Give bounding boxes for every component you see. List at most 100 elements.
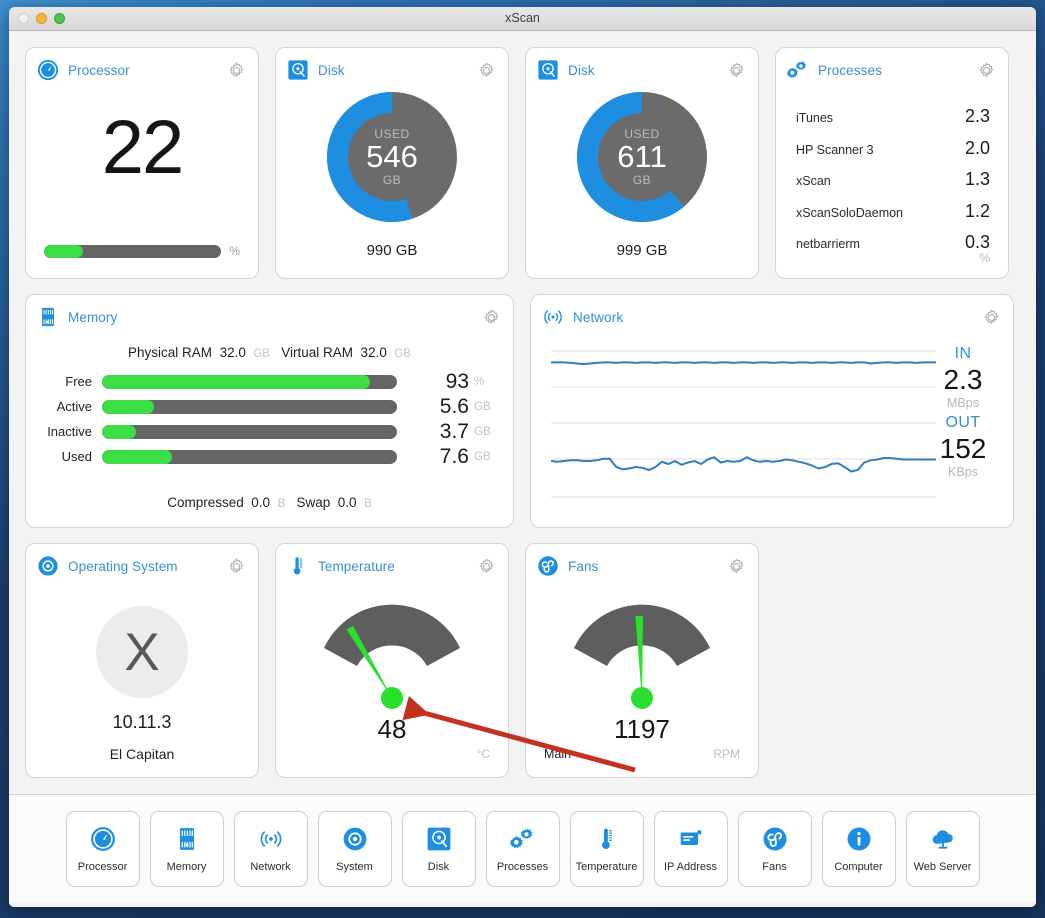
memory-row-label: Active [56, 399, 92, 414]
disk-2-donut-wrap: USED 611 GB [526, 92, 758, 222]
memory-compressed-unit: B [277, 498, 286, 510]
panel-processes[interactable]: Processes iTunes 2.3 HP Scanner 3 2.0 xScan 1… [775, 47, 1009, 279]
memory-compressed-label: Compressed [167, 495, 244, 510]
computer-icon [845, 825, 873, 853]
panel-disk-2-header: Disk [526, 57, 758, 83]
title-bar[interactable]: xScan [9, 7, 1036, 31]
toolbar-item-fans[interactable]: Fans [737, 810, 812, 887]
dashboard-row-3: Operating System X 10.11.3 El Capitan Te… [25, 543, 1020, 778]
panel-network[interactable]: Network IN 2.3 MBps OUT 152 KBps [530, 294, 1014, 528]
fans-gauge [526, 586, 758, 718]
panel-disk-1-title: Disk [318, 62, 345, 78]
memory-swap-unit: B [364, 498, 372, 510]
memory-physical-label: Physical RAM [128, 345, 213, 360]
panel-temperature-header: Temperature [276, 553, 508, 579]
disk-icon [288, 60, 308, 80]
toolbar-item-web-server[interactable]: Web Server [905, 810, 980, 887]
panel-processor[interactable]: Processor 22 % [25, 47, 259, 279]
panel-memory-header: Memory [26, 304, 513, 330]
process-value: 2.3 [964, 106, 990, 126]
toolbar-item-label: Web Server [913, 860, 972, 873]
processor-usage-fill [44, 244, 83, 258]
network-in-unit: MBps [947, 396, 979, 411]
processes-icon [787, 61, 806, 78]
toolbar-item-temperature[interactable]: Temperature [569, 810, 644, 887]
network-icon [257, 825, 285, 853]
process-row[interactable]: HP Scanner 3 2.0 [796, 138, 990, 159]
panel-operating-system-title: Operating System [68, 558, 178, 574]
network-out-unit: KBps [948, 465, 978, 480]
panel-disk-1[interactable]: Disk USED 546 GB 990 GB [275, 47, 509, 279]
toolbar-item-disk[interactable]: Disk [401, 810, 476, 887]
gear-icon[interactable] [227, 557, 246, 576]
memory-icon [173, 825, 201, 853]
processor-icon [89, 825, 117, 853]
process-row[interactable]: netbarrierm 0.3 [796, 232, 990, 253]
memory-header-line: Physical RAM 32.0 GB Virtual RAM 32.0 GB [26, 345, 513, 360]
processor-unit: % [229, 244, 240, 258]
panel-disk-1-header: Disk [276, 57, 508, 83]
memory-row-value: 3.7 [439, 419, 469, 443]
network-in-label: IN [954, 345, 972, 362]
gear-icon[interactable] [727, 61, 746, 80]
memory-physical-unit: GB [253, 348, 270, 360]
fans-icon [761, 825, 789, 853]
panel-fans[interactable]: Fans 1197 Main RPM [525, 543, 759, 778]
toolbar-item-label: Computer [834, 860, 883, 873]
gear-icon[interactable] [727, 557, 746, 576]
process-row[interactable]: iTunes 2.3 [796, 106, 990, 127]
temperature-unit: °C [476, 747, 490, 761]
memory-virtual-unit: GB [394, 348, 411, 360]
fans-name: Main [544, 747, 572, 761]
panel-processor-header: Processor [26, 57, 258, 83]
panel-processor-title: Processor [68, 62, 130, 78]
network-out-label: OUT [945, 414, 981, 432]
toolbar-item-label: Fans [762, 860, 787, 873]
os-version: 10.11.3 [112, 712, 172, 732]
gear-icon[interactable] [982, 308, 1001, 327]
gear-icon[interactable] [227, 61, 246, 80]
processor-usage-bar [44, 244, 222, 258]
toolbar-item-network[interactable]: Network [233, 810, 308, 887]
panel-temperature[interactable]: Temperature 48 °C [275, 543, 509, 778]
os-glyph: X [124, 622, 160, 682]
dashboard-row-1: Processor 22 % Disk USED 546 GB 990 GB D… [25, 47, 1020, 279]
toolbar-item-processes[interactable]: Processes [485, 810, 560, 887]
process-name: HP Scanner 3 [796, 142, 874, 157]
panel-memory[interactable]: Memory Physical RAM 32.0 GB Virtual RAM … [25, 294, 514, 528]
panel-processes-header: Processes [776, 57, 1008, 83]
toolbar-item-processor[interactable]: Processor [65, 810, 140, 887]
memory-row-bar [102, 399, 397, 414]
gear-icon[interactable] [477, 61, 496, 80]
panel-fans-title: Fans [568, 558, 599, 574]
gear-icon[interactable] [977, 61, 996, 80]
panel-disk-2[interactable]: Disk USED 611 GB 999 GB [525, 47, 759, 279]
memory-row: Active 5.6 GB [40, 394, 499, 419]
processes-icon [509, 825, 537, 853]
window-title: xScan [505, 11, 540, 25]
process-row[interactable]: xScanSoloDaemon 1.2 [796, 201, 990, 222]
panel-memory-title: Memory [68, 309, 118, 325]
fans-unit: RPM [713, 747, 740, 761]
toolbar-item-label: System [336, 860, 373, 873]
toolbar-item-memory[interactable]: Memory [149, 810, 224, 887]
toolbar-item-label: Memory [166, 860, 207, 873]
temperature-value: 48 [377, 714, 407, 744]
memory-swap-value: 0.0 [337, 495, 357, 510]
memory-compressed-value: 0.0 [251, 495, 271, 510]
gear-icon[interactable] [482, 308, 501, 327]
panel-operating-system[interactable]: Operating System X 10.11.3 El Capitan [25, 543, 259, 778]
gear-icon[interactable] [477, 557, 496, 576]
memory-row-unit: % [474, 375, 485, 388]
disk-1-total: 990 GB [366, 242, 418, 259]
memory-row-label: Free [65, 374, 92, 389]
toolbar-item-ip-address[interactable]: IP Address [653, 810, 728, 887]
temperature-icon [593, 825, 621, 853]
process-value: 0.3 [964, 232, 990, 252]
toolbar-item-computer[interactable]: Computer [821, 810, 896, 887]
memory-bars: Free 93% Active 5.6 GB Inactive 3.7 GB Used 7.6 GB [40, 369, 499, 469]
process-row[interactable]: xScan 1.3 [796, 169, 990, 190]
toolbar-item-system[interactable]: System [317, 810, 392, 887]
temperature-icon [293, 557, 303, 575]
system-icon [341, 825, 369, 853]
